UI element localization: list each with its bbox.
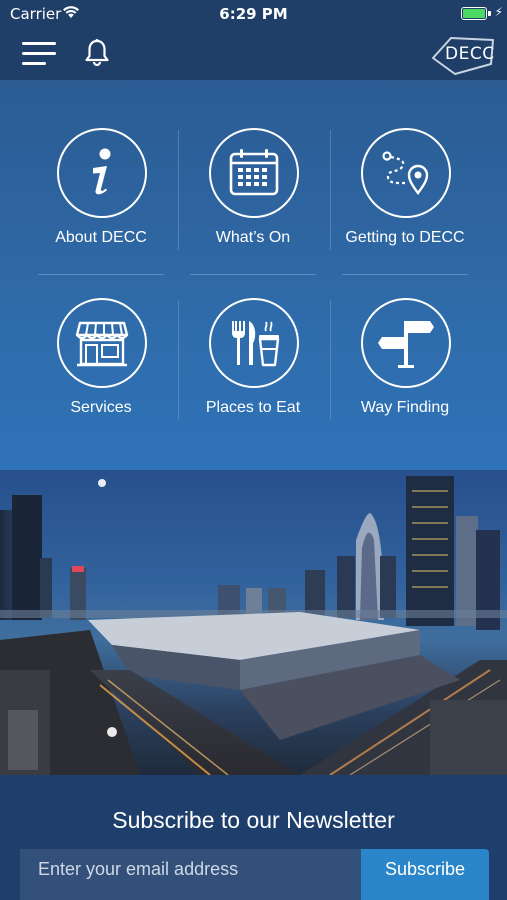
tile-places-to-eat[interactable]: Places to Eat	[177, 250, 329, 416]
hero-image	[0, 470, 507, 775]
tile-services[interactable]: Services	[25, 250, 177, 416]
clock: 6:29 PM	[219, 5, 288, 23]
battery-icon	[461, 7, 487, 20]
tile-getting-to-decc[interactable]: Getting to DECC	[329, 80, 481, 246]
route-pin-icon	[382, 151, 429, 196]
tile-whats-on[interactable]: What’s On	[177, 80, 329, 246]
newsletter-title: Subscribe to our Newsletter	[112, 807, 395, 833]
newsletter-section: Subscribe to our Newsletter Subscribe	[0, 775, 507, 900]
tile-label: About DECC	[55, 229, 147, 246]
calendar-icon	[229, 149, 279, 196]
battery-cap	[488, 11, 491, 16]
fork-knife-cup-icon	[232, 321, 280, 367]
services-circle	[57, 298, 147, 388]
subscribe-button[interactable]: Subscribe	[361, 849, 489, 900]
status-bar: Carrier 6:29 PM ⚡	[0, 0, 507, 28]
info-icon	[93, 148, 111, 195]
logo-text: DECC	[445, 44, 495, 64]
bell-icon[interactable]	[84, 38, 110, 68]
storefront-icon	[75, 321, 129, 367]
decc-logo[interactable]: DECC	[429, 32, 497, 76]
tile-about-decc[interactable]: About DECC	[25, 80, 177, 246]
eat-circle	[209, 298, 299, 388]
nav-bar: DECC	[0, 28, 507, 80]
about-circle	[57, 128, 147, 218]
tile-label: Places to Eat	[205, 399, 301, 416]
skyline-illustration	[0, 476, 507, 775]
whats-on-circle	[209, 128, 299, 218]
tile-label: Services	[70, 399, 132, 416]
signpost-icon	[378, 321, 434, 368]
getting-circle	[361, 128, 451, 218]
tile-label: Getting to DECC	[345, 229, 465, 246]
tile-label: What’s On	[215, 229, 291, 246]
charging-icon: ⚡	[494, 5, 503, 19]
way-finding-circle	[361, 298, 451, 388]
menu-icon[interactable]	[22, 40, 58, 68]
email-input[interactable]	[20, 849, 361, 900]
tile-label: Way Finding	[360, 399, 450, 416]
tile-way-finding[interactable]: Way Finding	[329, 250, 481, 416]
